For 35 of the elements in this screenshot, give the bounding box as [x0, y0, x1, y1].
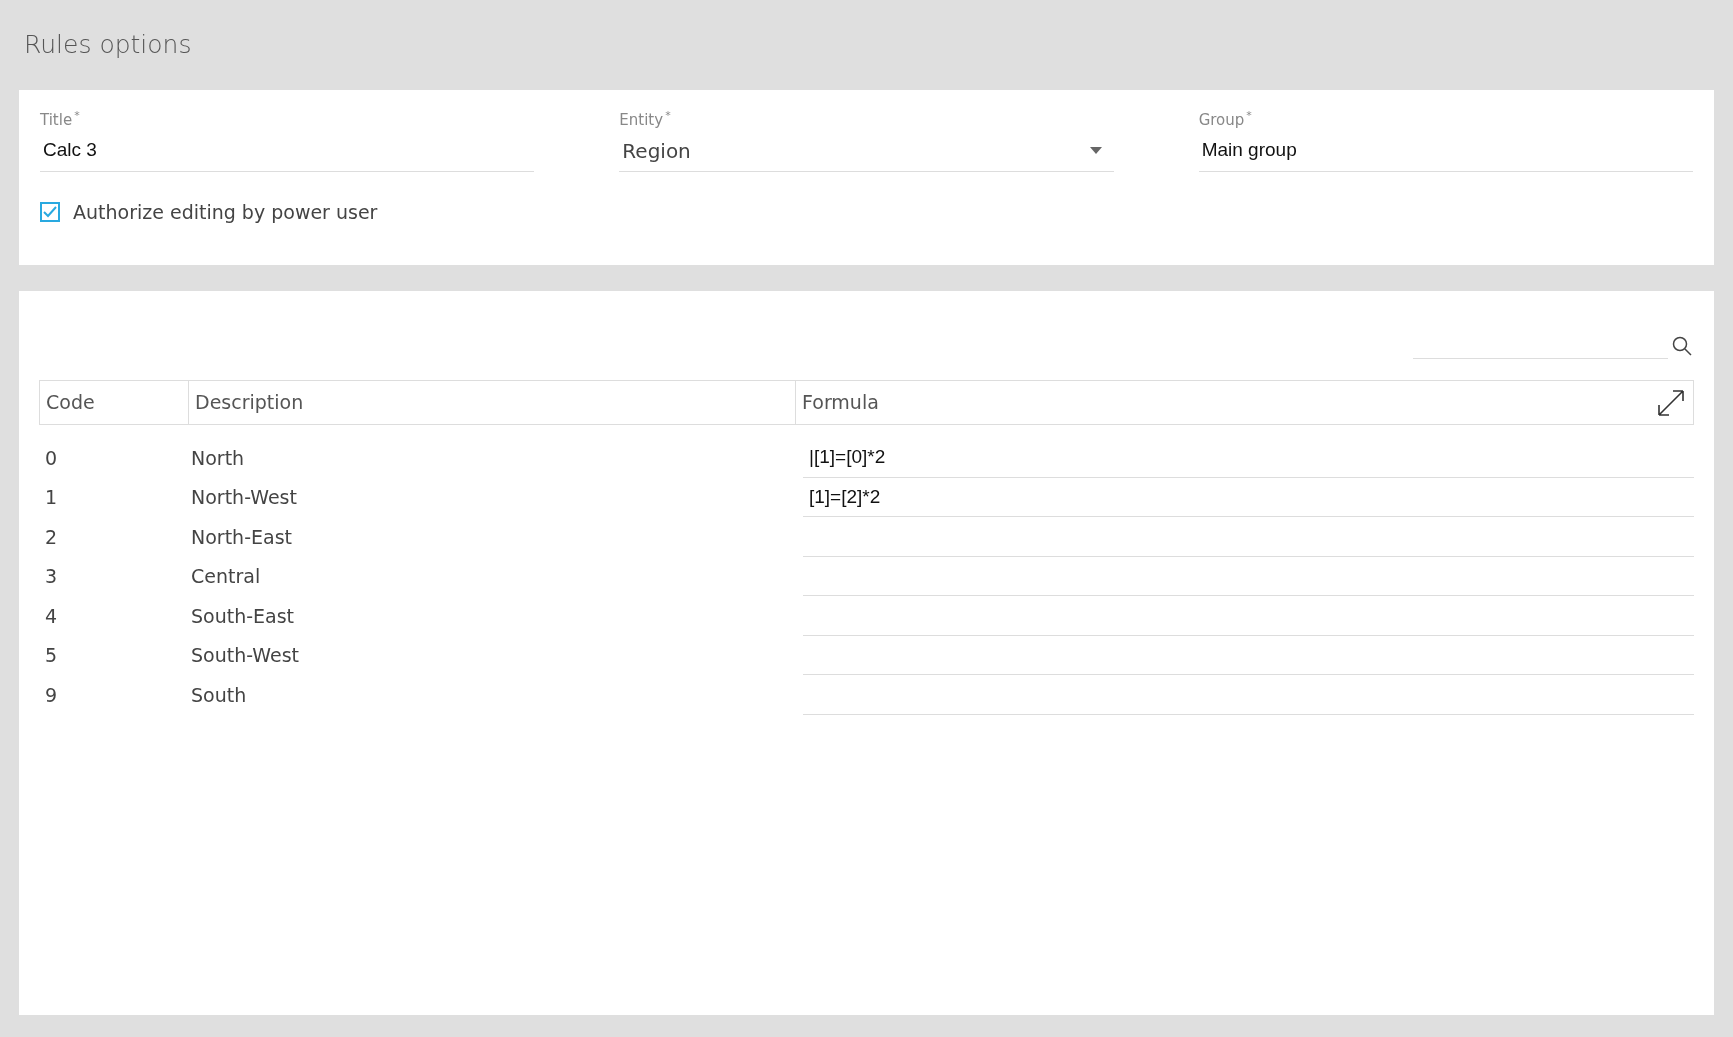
formula-cell[interactable]: [1]=[2]*2: [803, 477, 1694, 517]
entity-dropdown[interactable]: Region: [619, 130, 1114, 172]
description-cell-text: North-West: [190, 485, 298, 510]
code-cell-text: 4: [44, 603, 59, 629]
description-cell-text: Central: [190, 564, 262, 589]
expand-icon[interactable]: [1657, 388, 1685, 417]
column-header: Description: [189, 381, 796, 424]
input-field[interactable]: Calc 3: [40, 130, 535, 172]
description-cell-text: South: [190, 682, 248, 708]
field-label: Group: [1198, 110, 1245, 130]
code-cell-text: 1: [44, 485, 59, 510]
input-field[interactable]: Main group: [1198, 130, 1693, 172]
code-cell-text: 2: [44, 524, 59, 550]
description-cell-text: North-East: [190, 524, 293, 550]
required-mark: *: [665, 110, 671, 122]
field-label: Entity: [619, 110, 664, 130]
description-cell-text: North: [190, 445, 246, 471]
required-mark: *: [74, 110, 80, 122]
search-icon[interactable]: [1672, 336, 1692, 356]
page-title: Rules options: [24, 29, 192, 62]
caret-icon: [1089, 147, 1102, 154]
checkbox[interactable]: [40, 202, 60, 223]
required-mark: *: [1246, 110, 1252, 122]
checkbox-label: Authorize editing by power user: [73, 200, 378, 225]
column-header: Formula: [801, 390, 880, 416]
code-cell-text: 9: [44, 682, 59, 708]
formula-cell[interactable]: |[1]=[0]*2: [803, 438, 1694, 478]
description-cell-text: South-East: [190, 603, 296, 629]
code-cell-text: 0: [44, 445, 59, 471]
description-cell-text: South-West: [190, 643, 301, 668]
code-cell-text: 5: [44, 643, 59, 668]
column-header: Code: [40, 381, 189, 424]
check-icon: [43, 206, 57, 219]
field-label: Title: [40, 110, 73, 130]
code-cell-text: 3: [44, 564, 59, 589]
